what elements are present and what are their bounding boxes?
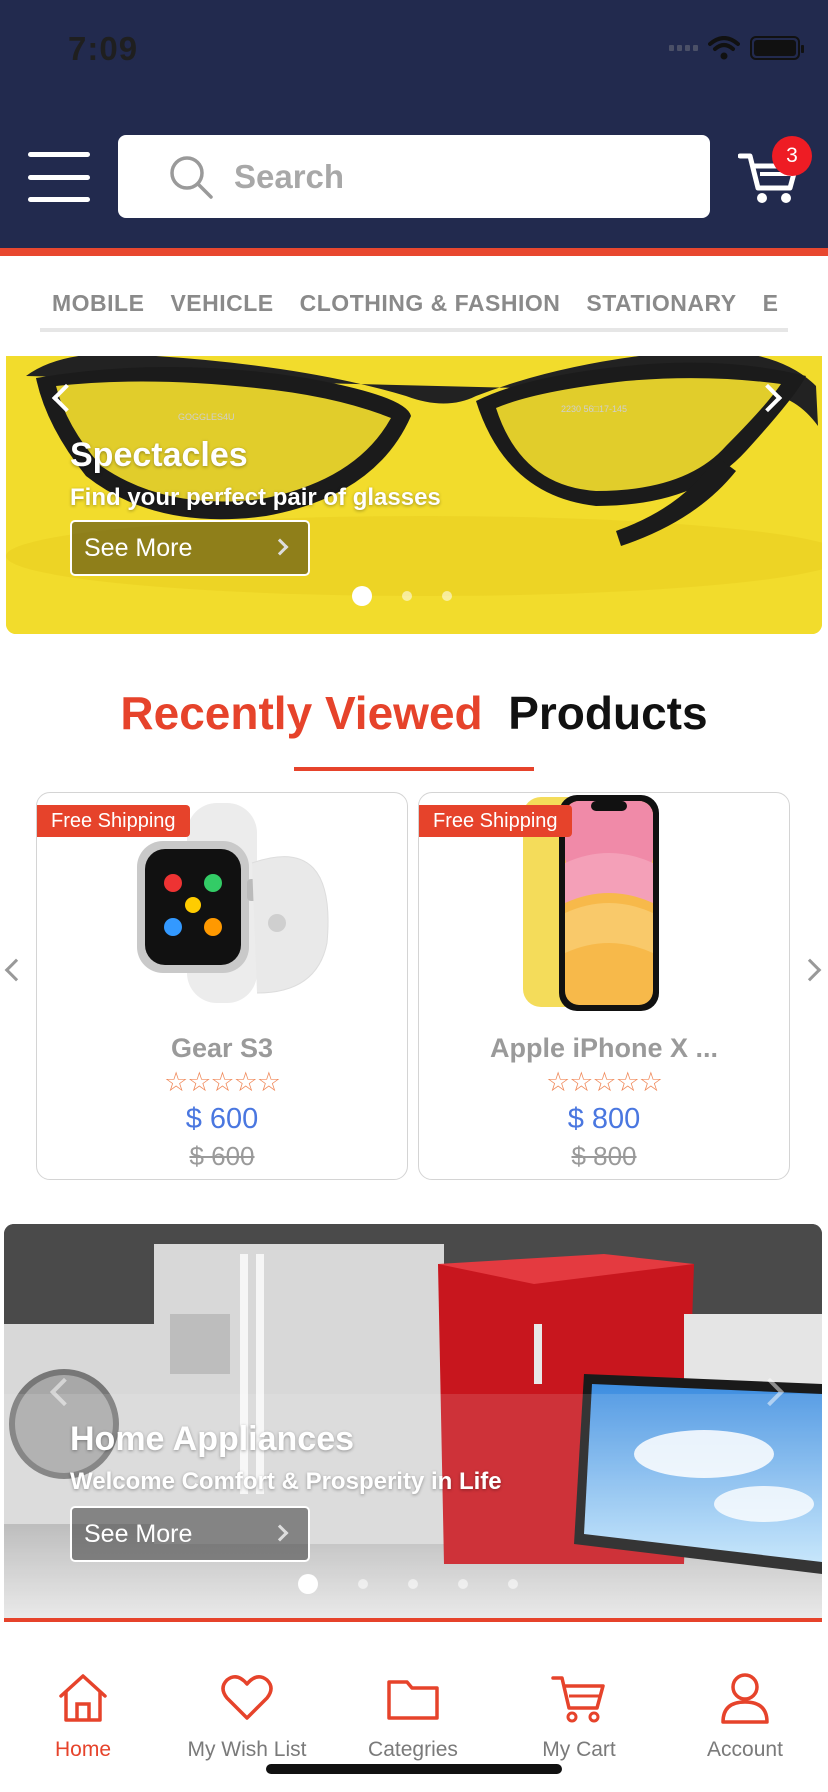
nav-item-account[interactable]: Account bbox=[670, 1670, 820, 1762]
product-name: Gear S3 bbox=[170, 1033, 274, 1063]
folder-icon bbox=[387, 1680, 439, 1720]
heart-icon bbox=[221, 1675, 273, 1720]
search-bar[interactable] bbox=[118, 135, 710, 218]
banner-pagination bbox=[352, 586, 452, 606]
category-tab-vehicle[interactable]: VEHICLE bbox=[170, 290, 273, 317]
search-input[interactable] bbox=[234, 135, 674, 218]
section-title: Recently Viewed Products bbox=[0, 686, 828, 740]
user-icon bbox=[721, 1673, 769, 1724]
category-tab-clothing-fashion[interactable]: CLOTHING & FASHION bbox=[300, 290, 561, 317]
free-shipping-badge: Free Shipping bbox=[419, 805, 572, 837]
frame-size-text: 2230 56□17-145 bbox=[561, 404, 627, 414]
nav-label: Account bbox=[707, 1738, 783, 1761]
nav-label: Categries bbox=[368, 1738, 458, 1761]
cart-count-badge: 3 bbox=[772, 136, 812, 176]
app-header: 7:09 3 bbox=[0, 0, 828, 248]
see-more-label: See More bbox=[84, 534, 193, 562]
product-card[interactable]: Free Shipping Apple iPhone X ... ☆☆☆☆☆ $… bbox=[418, 792, 790, 1180]
banner-subtitle: Welcome Comfort & Prosperity in Life bbox=[70, 1468, 502, 1495]
product-price: $ 600 bbox=[185, 1103, 259, 1135]
pagination-dot-active[interactable] bbox=[298, 1574, 318, 1594]
see-more-button[interactable]: See More bbox=[70, 1506, 310, 1562]
category-tab-mobile[interactable]: MOBILE bbox=[52, 290, 144, 317]
battery-icon bbox=[750, 36, 804, 60]
see-more-button[interactable]: See More bbox=[70, 520, 310, 576]
home-indicator[interactable] bbox=[266, 1764, 562, 1774]
header-accent-line bbox=[0, 248, 828, 256]
nav-item-wish-list[interactable]: My Wish List bbox=[172, 1670, 322, 1762]
free-shipping-badge: Free Shipping bbox=[37, 805, 190, 837]
category-tabs: MOBILE VEHICLE CLOTHING & FASHION STATIO… bbox=[0, 256, 828, 356]
nav-label: My Wish List bbox=[187, 1738, 307, 1761]
section-title-underline bbox=[294, 767, 534, 771]
banner-title: Home Appliances bbox=[70, 1420, 355, 1458]
home-icon bbox=[59, 1674, 107, 1722]
category-scroll-indicator bbox=[40, 328, 788, 332]
pagination-dot[interactable] bbox=[442, 591, 452, 601]
nav-label: Home bbox=[54, 1738, 112, 1761]
banner-title: Spectacles bbox=[70, 436, 248, 474]
pagination-dot[interactable] bbox=[458, 1579, 468, 1589]
nav-item-categories[interactable]: Categries bbox=[338, 1670, 488, 1762]
product-card[interactable]: Free Shipping Gear S3 ☆☆☆☆☆ $ 600 $ 600 bbox=[36, 792, 408, 1180]
category-tab-truncated[interactable]: E bbox=[763, 290, 779, 317]
chevron-right-icon bbox=[271, 1524, 289, 1542]
pagination-dot[interactable] bbox=[358, 1579, 368, 1589]
search-icon bbox=[170, 156, 213, 199]
products-prev-arrow[interactable] bbox=[4, 958, 28, 982]
banner-pagination bbox=[298, 1574, 518, 1594]
nav-item-cart[interactable]: My Cart bbox=[504, 1670, 654, 1762]
banner-home-appliances[interactable]: Home Appliances Welcome Comfort & Prospe… bbox=[4, 1224, 822, 1620]
wifi-icon bbox=[708, 36, 740, 60]
product-old-price: $ 600 bbox=[189, 1141, 255, 1171]
products-next-arrow[interactable] bbox=[798, 958, 822, 982]
pagination-dot[interactable] bbox=[508, 1579, 518, 1589]
nav-label: My Cart bbox=[542, 1738, 616, 1761]
pagination-dot-active[interactable] bbox=[352, 586, 372, 606]
hamburger-menu-icon[interactable] bbox=[28, 152, 90, 202]
category-tab-stationary[interactable]: STATIONARY bbox=[586, 290, 736, 317]
see-more-label: See More bbox=[84, 1520, 193, 1548]
rating-stars: ☆☆☆☆☆ bbox=[163, 1067, 281, 1097]
product-old-price: $ 800 bbox=[571, 1141, 637, 1171]
banner-spectacles[interactable]: GOGGLES4U 2230 56□17-145 Spectacles Find… bbox=[6, 356, 822, 634]
rating-stars: ☆☆☆☆☆ bbox=[545, 1067, 663, 1097]
signal-icon bbox=[669, 45, 698, 51]
category-list: MOBILE VEHICLE CLOTHING & FASHION STATIO… bbox=[52, 290, 778, 317]
section-title-rest: Products bbox=[508, 687, 708, 739]
cart-icon bbox=[551, 1676, 605, 1723]
status-icons bbox=[669, 36, 804, 60]
pagination-dot[interactable] bbox=[408, 1579, 418, 1589]
banner-subtitle: Find your perfect pair of glasses bbox=[70, 484, 441, 511]
product-price: $ 800 bbox=[567, 1103, 641, 1135]
pagination-dot[interactable] bbox=[402, 591, 412, 601]
chevron-right-icon bbox=[271, 538, 289, 556]
nav-item-home[interactable]: Home bbox=[8, 1670, 158, 1762]
frame-brand-text: GOGGLES4U bbox=[178, 412, 235, 422]
status-time: 7:09 bbox=[68, 30, 139, 67]
product-name: Apple iPhone X ... bbox=[489, 1033, 719, 1063]
section-title-accent: Recently Viewed bbox=[120, 687, 483, 739]
